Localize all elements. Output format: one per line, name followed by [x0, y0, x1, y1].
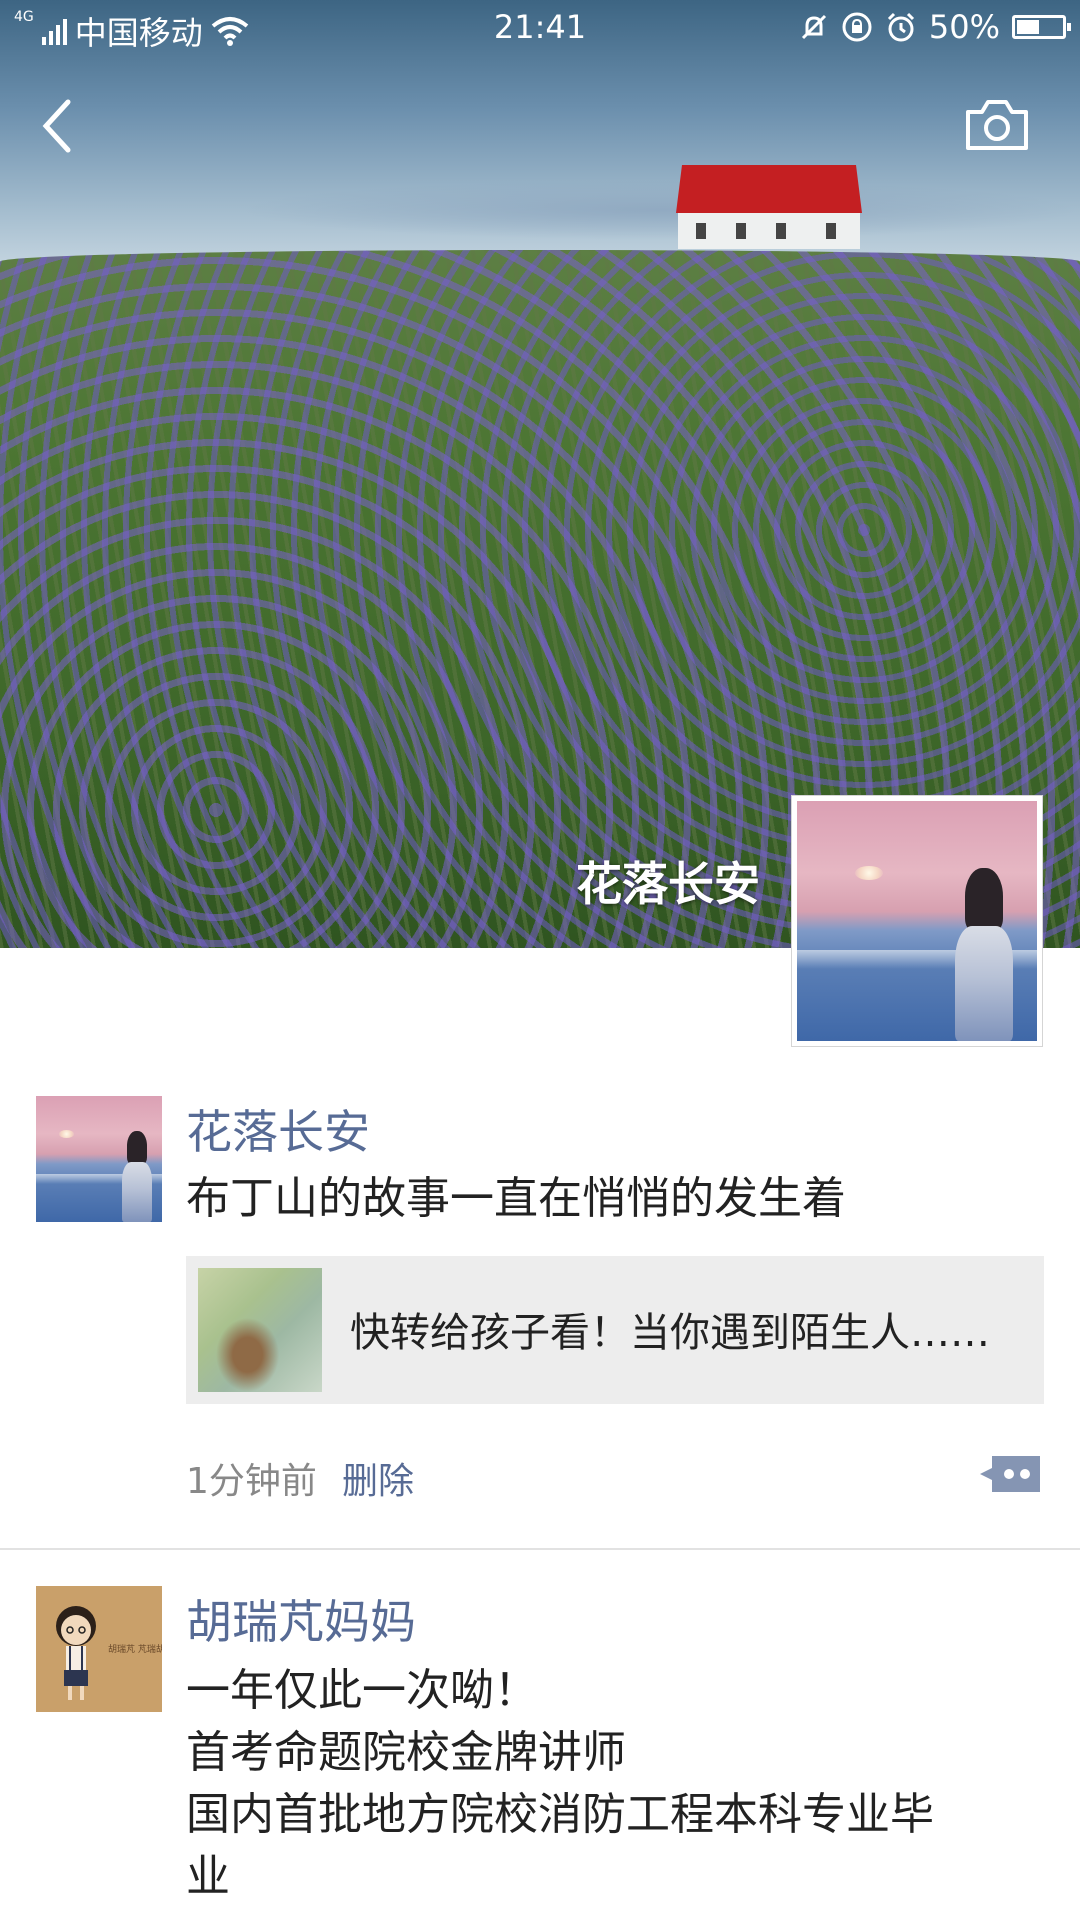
delete-button[interactable]: 删除	[342, 1452, 414, 1504]
profile-avatar[interactable]	[792, 796, 1042, 1046]
cover-house	[676, 165, 862, 249]
battery-percent: 50%	[928, 8, 1000, 46]
cover-user-name: 花落长安	[576, 857, 760, 911]
post-author-name[interactable]: 胡瑞芃妈妈	[186, 1586, 416, 1652]
post-author-name[interactable]: 花落长安	[186, 1096, 370, 1162]
camera-button[interactable]	[962, 96, 1032, 156]
battery-icon	[1012, 15, 1071, 39]
avatar-caption: 胡瑞芃 芃瑞胡胡芃	[108, 1643, 162, 1655]
post-text: 布丁山的故事一直在悄悄的发生着	[186, 1173, 846, 1224]
post-avatar[interactable]	[36, 1096, 162, 1222]
shared-link-card[interactable]: 快转给孩子看！当你遇到陌生人……	[186, 1256, 1044, 1404]
comment-button[interactable]	[978, 1452, 1042, 1496]
post-time: 1分钟前	[186, 1461, 317, 1502]
link-thumbnail	[198, 1268, 322, 1392]
post-divider	[0, 1548, 1080, 1550]
status-bar: 4G 中国移动 21:41 50%	[0, 0, 1080, 54]
rotation-lock-icon	[842, 12, 872, 42]
back-button[interactable]	[38, 96, 88, 156]
post-text-line: 国内首批地方院校消防工程本科专业毕	[186, 1789, 934, 1840]
post-text-line: 一年仅此一次呦！	[186, 1665, 538, 1716]
post-text-line: 业	[186, 1851, 230, 1902]
post-text-line: 首考命题院校金牌讲师	[186, 1727, 626, 1778]
bell-off-icon	[801, 14, 826, 40]
alarm-icon	[887, 12, 914, 42]
post-avatar[interactable]: 胡瑞芃 芃瑞胡胡芃	[36, 1586, 162, 1712]
status-right: 50%	[799, 8, 1071, 46]
cover-cloud	[240, 180, 1080, 240]
link-title: 快转给孩子看！当你遇到陌生人……	[350, 1310, 990, 1356]
cartoon-girl-icon: 胡瑞芃 芃瑞胡胡芃	[36, 1586, 162, 1712]
